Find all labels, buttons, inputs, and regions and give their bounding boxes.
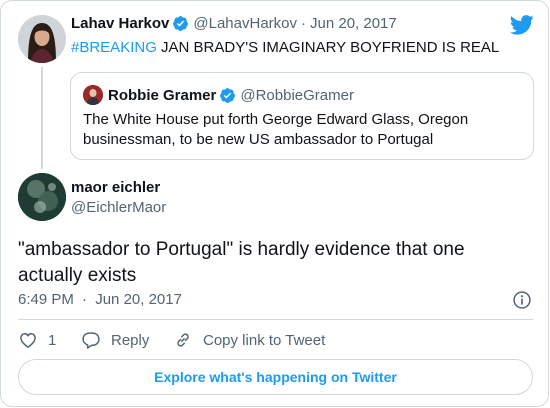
tweet-date: Jun 20, 2017: [95, 291, 182, 308]
hashtag-link[interactable]: #BREAKING: [71, 39, 157, 56]
avatar-image: [83, 85, 103, 105]
quoted-tweet-header: Robbie Gramer @RobbieGramer: [83, 85, 354, 105]
quoted-author-name: Robbie Gramer: [108, 86, 217, 104]
quoted-tweet[interactable]: Robbie Gramer @RobbieGramer The White Ho…: [70, 72, 534, 160]
twitter-bird-icon[interactable]: [510, 15, 534, 35]
reply-icon: [82, 332, 100, 349]
like-count: 1: [48, 331, 57, 349]
quoted-author-handle: @RobbieGramer: [240, 86, 354, 104]
main-author-name[interactable]: maor eichler: [71, 179, 160, 196]
tweet-time: 6:49 PM: [18, 291, 74, 308]
tweet-timestamp[interactable]: 6:49 PM · Jun 20, 2017: [18, 291, 182, 308]
avatar-lahav-harkov[interactable]: [18, 15, 66, 63]
author-name[interactable]: Lahav Harkov: [71, 15, 169, 32]
parent-tweet-header: Lahav Harkov @LahavHarkov · Jun 20, 2017: [71, 15, 397, 32]
verified-badge-icon: [220, 87, 236, 103]
parent-tweet-body: JAN BRADY'S IMAGINARY BOYFRIEND IS REAL: [156, 39, 500, 56]
copy-link-button[interactable]: Copy link to Tweet: [173, 330, 325, 350]
info-icon[interactable]: [512, 290, 532, 310]
avatar-image: [18, 173, 66, 221]
author-handle[interactable]: @LahavHarkov: [193, 15, 297, 32]
like-button[interactable]: 1: [18, 330, 81, 350]
avatar-image: [18, 15, 66, 63]
heart-icon: [20, 332, 36, 348]
avatar-robbie-gramer: [83, 85, 103, 105]
main-author-handle[interactable]: @EichlerMaor: [71, 199, 166, 216]
divider: [18, 319, 533, 320]
parent-tweet-text: #BREAKING JAN BRADY'S IMAGINARY BOYFRIEN…: [71, 39, 499, 56]
reply-button[interactable]: Reply: [81, 330, 173, 350]
tweet-date[interactable]: Jun 20, 2017: [310, 15, 397, 32]
thread-connector-line: [41, 67, 43, 169]
avatar-maor-eichler[interactable]: [18, 173, 66, 221]
reply-label: Reply: [111, 331, 150, 349]
copy-link-label: Copy link to Tweet: [203, 331, 326, 349]
verified-badge-icon: [173, 16, 189, 31]
tweet-embed-card: Lahav Harkov @LahavHarkov · Jun 20, 2017…: [0, 0, 549, 407]
explore-button[interactable]: Explore what's happening on Twitter: [18, 359, 533, 395]
separator-dot: ·: [301, 15, 306, 32]
link-icon: [177, 333, 189, 347]
main-tweet-text: "ambassador to Portugal" is hardly evide…: [18, 239, 465, 286]
separator-dot: ·: [82, 291, 88, 308]
tweet-actions: 1 Reply Copy link to Tweet: [18, 329, 325, 351]
quoted-tweet-text: The White House put forth George Edward …: [83, 111, 469, 148]
